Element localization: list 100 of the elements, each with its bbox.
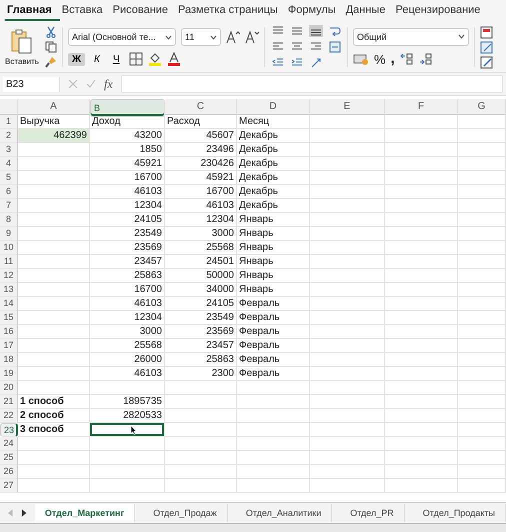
- ribbon-tab[interactable]: Формулы: [286, 1, 344, 21]
- table-cell[interactable]: 16700: [165, 185, 237, 199]
- checkmark-icon[interactable]: [86, 79, 96, 89]
- ribbon-tab[interactable]: Разметка страницы: [176, 1, 286, 21]
- ribbon-tab[interactable]: Данные: [344, 1, 394, 21]
- table-cell[interactable]: Январь: [237, 255, 310, 269]
- ribbon-tab[interactable]: Рисование: [110, 1, 176, 21]
- table-cell[interactable]: [18, 283, 90, 297]
- align-middle-icon[interactable]: [291, 26, 303, 36]
- row-header[interactable]: 6: [0, 185, 18, 199]
- table-cell[interactable]: [385, 451, 458, 465]
- table-cell[interactable]: [385, 157, 458, 171]
- table-cell[interactable]: [385, 227, 458, 241]
- row-header[interactable]: 18: [0, 353, 18, 367]
- table-cell[interactable]: Декабрь: [237, 199, 310, 213]
- table-cell[interactable]: 23457: [90, 255, 165, 269]
- table-cell[interactable]: [385, 437, 458, 451]
- table-cell[interactable]: [385, 185, 458, 199]
- table-cell[interactable]: 23569: [165, 325, 237, 339]
- table-cell[interactable]: Февраль: [237, 353, 310, 367]
- table-cell[interactable]: [18, 199, 90, 213]
- row-header[interactable]: 11: [0, 255, 18, 269]
- table-cell[interactable]: [165, 465, 237, 479]
- comma-style-button[interactable]: ,: [390, 53, 395, 65]
- table-cell[interactable]: 2820533: [90, 409, 165, 423]
- table-cell[interactable]: [165, 437, 237, 451]
- table-cell[interactable]: [237, 465, 310, 479]
- table-cell[interactable]: Расход: [165, 115, 237, 129]
- table-cell[interactable]: 23549: [165, 311, 237, 325]
- table-cell[interactable]: [458, 255, 506, 269]
- table-cell[interactable]: 3 способ: [18, 423, 90, 437]
- decrease-font-icon[interactable]: [245, 30, 259, 44]
- table-cell[interactable]: [385, 339, 458, 353]
- table-cell[interactable]: [385, 129, 458, 143]
- table-cell[interactable]: [310, 157, 385, 171]
- table-cell[interactable]: [458, 311, 506, 325]
- table-cell[interactable]: [90, 437, 165, 451]
- function-label[interactable]: fx: [104, 76, 113, 92]
- table-cell[interactable]: [237, 423, 310, 437]
- table-cell[interactable]: 46103: [90, 185, 165, 199]
- row-header[interactable]: 4: [0, 157, 18, 171]
- cancel-icon[interactable]: [68, 79, 78, 89]
- table-cell[interactable]: [310, 227, 385, 241]
- table-cell[interactable]: 46103: [165, 199, 237, 213]
- table-cell[interactable]: 230426: [165, 157, 237, 171]
- table-cell[interactable]: 46103: [90, 297, 165, 311]
- table-cell[interactable]: 25863: [165, 353, 237, 367]
- table-cell[interactable]: 45921: [90, 157, 165, 171]
- table-cell[interactable]: [310, 255, 385, 269]
- table-cell[interactable]: [237, 409, 310, 423]
- table-cell[interactable]: [310, 395, 385, 409]
- text-style-button[interactable]: К: [90, 52, 104, 66]
- table-cell[interactable]: [458, 213, 506, 227]
- number-format-dropdown[interactable]: Общий: [353, 28, 469, 46]
- table-cell[interactable]: 25568: [165, 241, 237, 255]
- row-header[interactable]: 9: [0, 227, 18, 241]
- table-cell[interactable]: [458, 451, 506, 465]
- table-cell[interactable]: Доход: [90, 115, 165, 129]
- table-cell[interactable]: [237, 395, 310, 409]
- table-cell[interactable]: [18, 143, 90, 157]
- table-cell[interactable]: 16700: [90, 283, 165, 297]
- table-cell[interactable]: Январь: [237, 241, 310, 255]
- table-cell[interactable]: [18, 157, 90, 171]
- table-cell[interactable]: [310, 339, 385, 353]
- table-cell[interactable]: 34000: [165, 283, 237, 297]
- table-format-icon[interactable]: [480, 40, 493, 54]
- table-cell[interactable]: [385, 171, 458, 185]
- table-cell[interactable]: Декабрь: [237, 157, 310, 171]
- table-cell[interactable]: [458, 423, 506, 437]
- table-cell[interactable]: 45921: [165, 171, 237, 185]
- row-header[interactable]: 23: [0, 423, 18, 437]
- table-cell[interactable]: [458, 409, 506, 423]
- table-cell[interactable]: 1895735: [90, 395, 165, 409]
- table-cell[interactable]: [458, 297, 506, 311]
- column-header[interactable]: B: [90, 99, 165, 117]
- table-cell[interactable]: [385, 297, 458, 311]
- table-cell[interactable]: [310, 437, 385, 451]
- table-cell[interactable]: [165, 395, 237, 409]
- table-cell[interactable]: [385, 381, 458, 395]
- decrease-indent-icon[interactable]: [272, 58, 284, 68]
- table-cell[interactable]: Февраль: [237, 367, 310, 381]
- table-cell[interactable]: [458, 283, 506, 297]
- table-cell[interactable]: 1850: [90, 143, 165, 157]
- table-cell[interactable]: Февраль: [237, 325, 310, 339]
- table-cell[interactable]: 24501: [165, 255, 237, 269]
- table-cell[interactable]: [90, 423, 165, 437]
- table-cell[interactable]: [385, 367, 458, 381]
- table-cell[interactable]: [237, 437, 310, 451]
- table-cell[interactable]: [458, 171, 506, 185]
- row-header[interactable]: 25: [0, 451, 18, 465]
- table-cell[interactable]: [310, 297, 385, 311]
- table-cell[interactable]: [385, 409, 458, 423]
- table-cell[interactable]: [18, 479, 90, 493]
- table-cell[interactable]: [458, 129, 506, 143]
- table-cell[interactable]: [310, 465, 385, 479]
- table-cell[interactable]: 50000: [165, 269, 237, 283]
- row-header[interactable]: 8: [0, 213, 18, 227]
- text-style-button[interactable]: Ж: [68, 52, 86, 66]
- table-cell[interactable]: [18, 269, 90, 283]
- row-header[interactable]: 19: [0, 367, 18, 381]
